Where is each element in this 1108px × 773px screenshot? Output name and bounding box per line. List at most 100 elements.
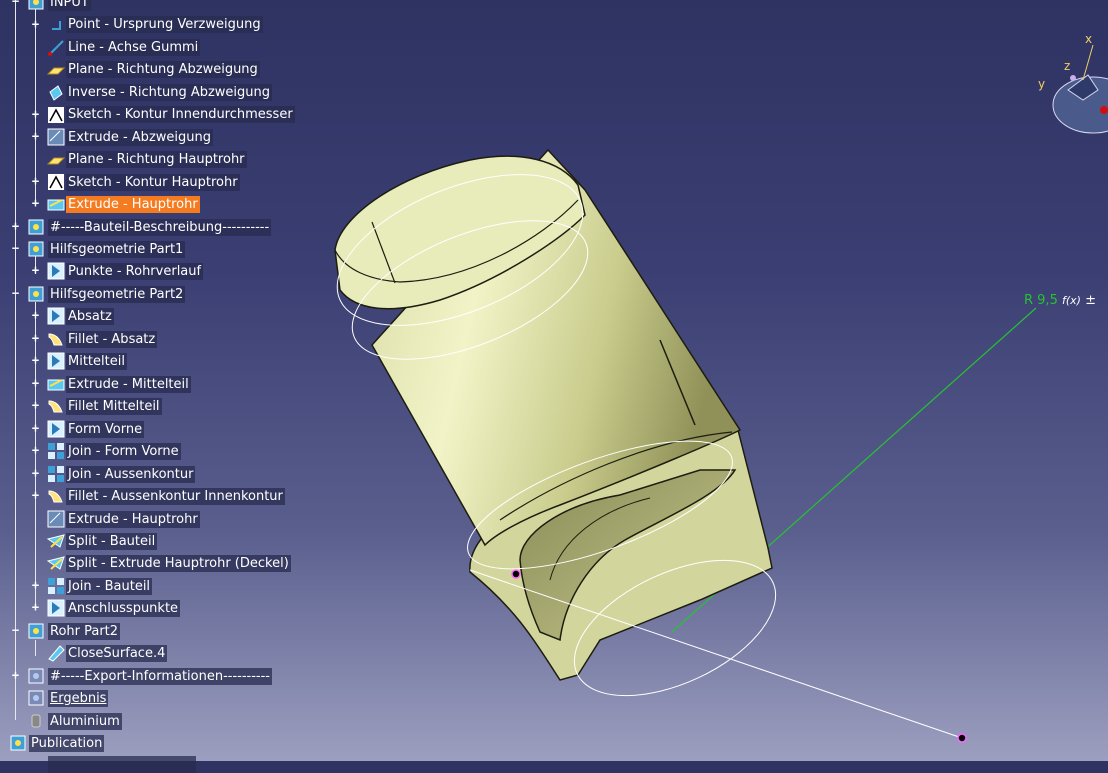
geometrical-set-icon bbox=[28, 0, 44, 10]
compass-icon[interactable]: x z y bbox=[1038, 30, 1108, 140]
join-icon bbox=[48, 466, 64, 482]
collapse-toggle[interactable]: − bbox=[10, 287, 21, 299]
collapse-toggle[interactable]: − bbox=[10, 0, 21, 7]
tree-item-join-aussenkontur[interactable]: Join - Aussenkontur bbox=[66, 466, 196, 483]
expand-toggle[interactable]: + bbox=[30, 399, 41, 411]
tree-item-join-form-vorne[interactable]: Join - Form Vorne bbox=[66, 443, 181, 460]
tree-connector bbox=[15, 0, 16, 720]
tree-item-sketch-innendurchmesser[interactable]: Sketch - Kontur Innendurchmesser bbox=[66, 106, 295, 123]
tree-item-closesurface-4[interactable]: CloseSurface.4 bbox=[66, 645, 168, 662]
tree-item-join-bauteil[interactable]: Join - Bauteil bbox=[66, 578, 153, 595]
specification-tree[interactable]: − INPUT + Point - Ursprung Verzweigung L… bbox=[0, 0, 300, 773]
split-icon bbox=[46, 534, 65, 548]
tree-item-input[interactable]: INPUT bbox=[48, 0, 91, 11]
expand-toggle[interactable]: + bbox=[30, 130, 41, 142]
inverse-icon bbox=[49, 85, 63, 101]
expand-toggle[interactable]: + bbox=[30, 444, 41, 456]
tree-connector bbox=[35, 640, 36, 656]
expand-toggle[interactable]: + bbox=[30, 377, 41, 389]
expand-toggle[interactable]: + bbox=[30, 579, 41, 591]
join-icon bbox=[48, 443, 64, 459]
compass-z-label: z bbox=[1064, 59, 1070, 73]
expand-toggle[interactable]: + bbox=[30, 354, 41, 366]
tree-item-fillet-absatz[interactable]: Fillet - Absatz bbox=[66, 331, 158, 348]
extrude-icon bbox=[47, 128, 65, 146]
tree-item-export-informationen[interactable]: #-----Export-Informationen---------- bbox=[48, 668, 272, 685]
tree-item-hilfsgeometrie-part1[interactable]: Hilfsgeometrie Part1 bbox=[48, 241, 186, 258]
part-body[interactable] bbox=[334, 148, 773, 681]
extrude-icon bbox=[47, 379, 65, 391]
tree-item-plane-hauptrohr[interactable]: Plane - Richtung Hauptrohr bbox=[66, 151, 247, 168]
tree-item-inverse-abzweigung[interactable]: Inverse - Richtung Abzweigung bbox=[66, 84, 273, 101]
material-icon bbox=[31, 714, 41, 728]
collapse-toggle[interactable]: − bbox=[10, 624, 21, 636]
expand-toggle[interactable]: + bbox=[30, 18, 41, 30]
geometrical-set-icon bbox=[28, 690, 44, 706]
formula-icon: f(x) bbox=[1061, 294, 1081, 307]
tree-item-extrude-abzweigung[interactable]: Extrude - Abzweigung bbox=[66, 129, 213, 146]
line-icon bbox=[48, 40, 64, 56]
collapse-toggle[interactable]: − bbox=[10, 242, 21, 254]
expand-toggle[interactable]: + bbox=[30, 197, 41, 209]
fillet-icon bbox=[48, 490, 63, 503]
expand-toggle[interactable]: + bbox=[30, 601, 41, 613]
geometrical-set-icon bbox=[28, 286, 44, 302]
points-icon bbox=[47, 599, 65, 617]
tree-item-line-achse[interactable]: Line - Achse Gummi bbox=[66, 39, 201, 56]
expand-toggle[interactable]: + bbox=[30, 489, 41, 501]
tree-item-fillet-aussenkontur[interactable]: Fillet - Aussenkontur Innenkontur bbox=[66, 488, 285, 505]
surface-icon bbox=[47, 420, 65, 438]
tree-item-mittelteil[interactable]: Mittelteil bbox=[66, 353, 127, 370]
tree-item-publication[interactable]: Publication bbox=[29, 735, 105, 752]
fillet-icon bbox=[48, 400, 63, 413]
expand-toggle[interactable]: + bbox=[10, 669, 21, 681]
tree-item-fillet-mittelteil[interactable]: Fillet Mittelteil bbox=[66, 398, 162, 415]
expand-toggle[interactable]: + bbox=[30, 422, 41, 434]
geometrical-set-icon bbox=[28, 668, 44, 684]
surface-icon bbox=[47, 352, 65, 370]
publication-icon bbox=[10, 735, 26, 751]
tree-item-rohr-part2[interactable]: Rohr Part2 bbox=[48, 623, 121, 640]
tree-item-sketch-hauptrohr[interactable]: Sketch - Kontur Hauptrohr bbox=[66, 174, 240, 191]
tree-item-split-bauteil[interactable]: Split - Bauteil bbox=[66, 533, 158, 550]
points-icon bbox=[47, 262, 65, 280]
point-icon bbox=[52, 21, 61, 30]
tree-item-extrude-hauptrohr[interactable]: Extrude - Hauptrohr bbox=[66, 196, 200, 213]
tree-item-extrude-mittelteil[interactable]: Extrude - Mittelteil bbox=[66, 376, 191, 393]
expand-toggle[interactable]: + bbox=[30, 108, 41, 120]
plane-icon bbox=[46, 67, 66, 75]
close-surface-icon bbox=[48, 645, 65, 662]
fillet-icon bbox=[48, 333, 63, 346]
extrude-icon bbox=[47, 199, 65, 211]
tree-item-bauteil-beschreibung[interactable]: #-----Bauteil-Beschreibung---------- bbox=[48, 219, 272, 236]
tree-item-aluminium[interactable]: Aluminium bbox=[48, 713, 122, 730]
plane-icon bbox=[46, 157, 66, 165]
tree-item-plane-abzweigung[interactable]: Plane - Richtung Abzweigung bbox=[66, 61, 260, 78]
extrude-icon bbox=[47, 510, 65, 528]
tree-item-extrude-hauptrohr-2[interactable]: Extrude - Hauptrohr bbox=[66, 511, 200, 528]
tree-item-hilfsgeometrie-part2[interactable]: Hilfsgeometrie Part2 bbox=[48, 286, 186, 303]
expand-toggle[interactable]: + bbox=[30, 264, 41, 276]
expand-toggle[interactable]: + bbox=[30, 332, 41, 344]
tree-item-point-ursprung[interactable]: Point - Ursprung Verzweigung bbox=[66, 16, 263, 33]
compass-y-label: y bbox=[1038, 77, 1045, 91]
tree-item-absatz[interactable]: Absatz bbox=[66, 308, 114, 325]
compass-x-label: x bbox=[1085, 32, 1092, 46]
expand-toggle[interactable]: + bbox=[10, 220, 21, 232]
tree-item-anschlusspunkte[interactable]: Anschlusspunkte bbox=[66, 600, 181, 617]
sketch-icon bbox=[48, 107, 64, 123]
geometrical-set-icon bbox=[28, 219, 44, 235]
expand-toggle[interactable]: + bbox=[30, 467, 41, 479]
surface-icon bbox=[47, 307, 65, 325]
expand-toggle[interactable]: + bbox=[30, 309, 41, 321]
radius-dimension-label[interactable]: R 9,5 f(x) ± bbox=[1024, 293, 1096, 308]
expand-toggle[interactable]: + bbox=[30, 175, 41, 187]
tree-item-punkte-rohrverlauf[interactable]: Punkte - Rohrverlauf bbox=[66, 263, 204, 280]
split-icon bbox=[46, 556, 65, 570]
geometrical-set-icon bbox=[28, 241, 44, 257]
geometrical-set-icon bbox=[28, 623, 44, 639]
join-icon bbox=[48, 578, 64, 594]
tree-item-ergebnis[interactable]: Ergebnis bbox=[48, 690, 109, 707]
tree-item-split-extrude-deckel[interactable]: Split - Extrude Hauptrohr (Deckel) bbox=[66, 555, 291, 572]
tree-item-form-vorne[interactable]: Form Vorne bbox=[66, 421, 145, 438]
